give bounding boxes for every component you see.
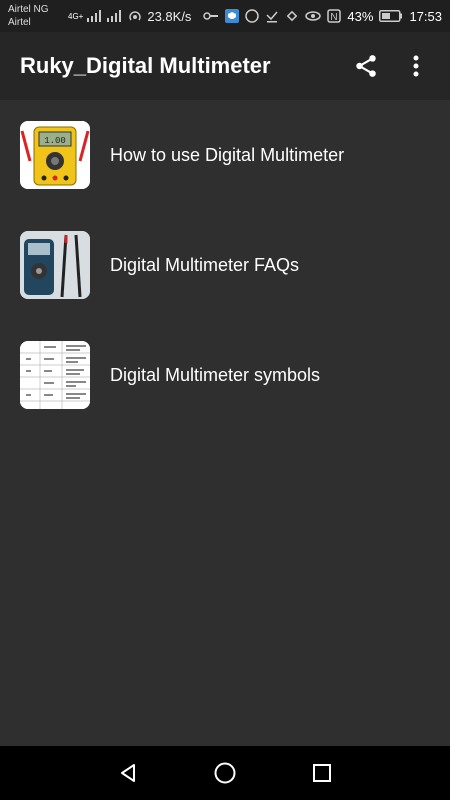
signal-icon-2 bbox=[107, 10, 122, 22]
yellow-multimeter-thumbnail: 1.00 bbox=[20, 121, 90, 189]
back-triangle-icon[interactable] bbox=[108, 753, 148, 793]
navigation-bar bbox=[0, 746, 450, 800]
binance-icon bbox=[287, 10, 298, 22]
nfc-icon: N bbox=[327, 9, 342, 23]
home-circle-icon[interactable] bbox=[205, 753, 245, 793]
svg-text:N: N bbox=[331, 12, 338, 23]
list-item-label: Digital Multimeter symbols bbox=[110, 364, 321, 385]
signal-icon bbox=[87, 10, 102, 22]
network-type: 4G+ bbox=[68, 11, 84, 21]
list-item-label: Digital Multimeter FAQs bbox=[110, 254, 300, 275]
svg-text:1.00: 1.00 bbox=[44, 136, 66, 146]
recents-square-icon[interactable] bbox=[302, 753, 342, 793]
download-done-icon bbox=[266, 11, 278, 23]
list-item-how-to-use[interactable]: 1.00 How to use Digital Multimeter bbox=[0, 100, 450, 210]
carrier-1: Airtel NG bbox=[8, 4, 49, 15]
carrier-names: Airtel NG Airtel bbox=[8, 3, 54, 29]
status-left-icons: 4G+ 23.8K/s bbox=[54, 8, 191, 24]
key-icon bbox=[203, 12, 219, 20]
share-icon[interactable] bbox=[348, 48, 384, 84]
hotspot-icon bbox=[129, 11, 142, 21]
list-item-symbols[interactable]: Digital Multimeter symbols bbox=[0, 320, 450, 430]
clock: 17:53 bbox=[409, 8, 442, 24]
shield-icon bbox=[225, 9, 240, 23]
menu-list: 1.00 How to use Digital Multimeter Digit… bbox=[0, 100, 450, 430]
battery-icon bbox=[379, 10, 403, 22]
battery-percent: 43% bbox=[347, 8, 374, 24]
app-bar: Ruky_Digital Multimeter bbox=[0, 32, 450, 100]
network-speed: 23.8K/s bbox=[147, 8, 192, 24]
whatsapp-icon bbox=[245, 9, 260, 23]
list-item-label: How to use Digital Multimeter bbox=[110, 144, 345, 165]
more-vert-icon[interactable] bbox=[398, 48, 434, 84]
status-right-icons: N 43% 17:53 bbox=[203, 9, 442, 24]
status-bar: Airtel NG Airtel 4G+ 23.8K/s N 43% 17:53 bbox=[0, 0, 450, 32]
symbols-table-thumbnail bbox=[20, 341, 90, 409]
multimeter-with-probes-thumbnail bbox=[20, 231, 90, 299]
carrier-2: Airtel bbox=[8, 17, 31, 28]
app-title: Ruky_Digital Multimeter bbox=[20, 53, 271, 78]
eye-icon bbox=[305, 11, 322, 21]
list-item-faqs[interactable]: Digital Multimeter FAQs bbox=[0, 210, 450, 320]
